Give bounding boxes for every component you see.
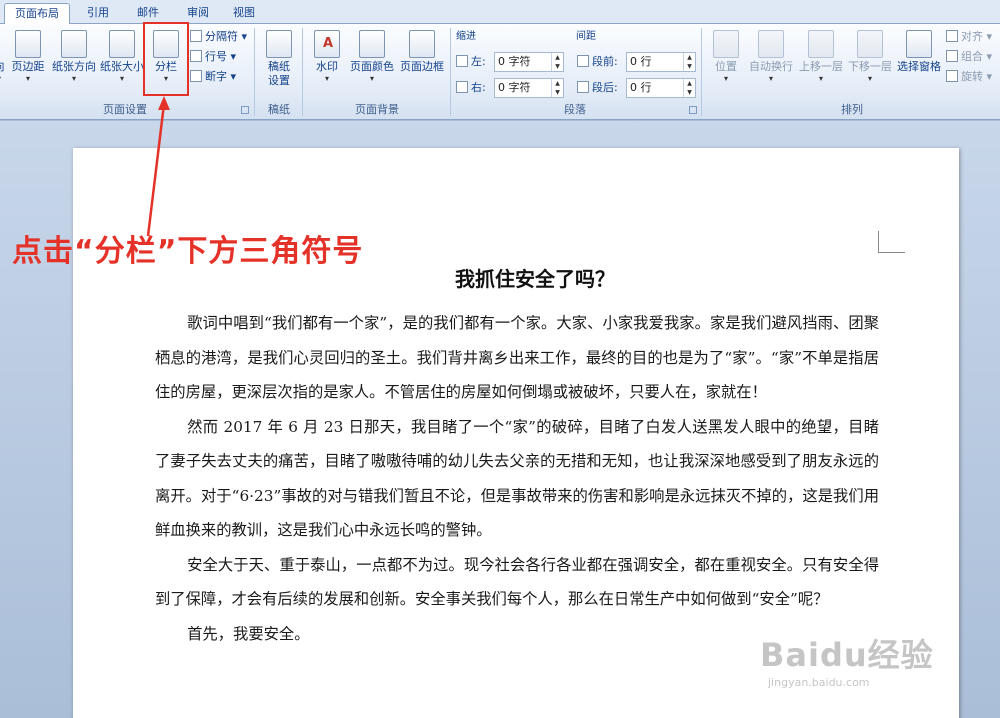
chevron-down-icon: ▾ bbox=[324, 74, 329, 83]
margins-icon bbox=[15, 30, 41, 58]
breaks-button[interactable]: 分隔符 ▾ bbox=[190, 28, 247, 46]
chevron-down-icon: ▾ bbox=[71, 74, 76, 83]
spacing-after-icon bbox=[577, 81, 589, 93]
align-icon bbox=[946, 30, 958, 42]
page-background-group-label: 页面背景 bbox=[355, 103, 399, 116]
indent-section-label: 缩进 bbox=[456, 31, 476, 42]
line-numbers-button[interactable]: 行号 ▾ bbox=[190, 48, 236, 66]
tab-references[interactable]: 引用 bbox=[78, 3, 118, 24]
paper-size-icon bbox=[109, 30, 135, 58]
spinner-arrows-icon[interactable]: ▲ ▼ bbox=[683, 79, 695, 97]
line-numbers-icon bbox=[190, 50, 202, 62]
paint-bucket-icon bbox=[359, 30, 385, 58]
tab-mailings[interactable]: 邮件 bbox=[126, 3, 170, 24]
page-borders-icon bbox=[409, 30, 435, 58]
send-backward-icon bbox=[857, 30, 883, 58]
tab-view[interactable]: 视图 bbox=[226, 3, 262, 24]
indent-right-icon bbox=[456, 81, 468, 93]
spinner-arrows-icon[interactable]: ▲ ▼ bbox=[551, 79, 563, 97]
manuscript-group-label: 稿纸 bbox=[268, 103, 290, 116]
page-borders-button[interactable]: 页面边框 bbox=[398, 28, 446, 100]
bring-forward-icon bbox=[808, 30, 834, 58]
chevron-down-icon: ▾ bbox=[25, 74, 30, 83]
tab-page-layout[interactable]: 页面布局 bbox=[4, 3, 70, 25]
document-title: 我抓住安全了吗？ bbox=[455, 267, 615, 291]
watermark-icon: A bbox=[314, 30, 340, 58]
indent-right-input[interactable]: 0 字符 ▲ ▼ bbox=[494, 78, 564, 98]
columns-highlight-box bbox=[143, 22, 189, 96]
align-button[interactable]: 对齐 ▾ bbox=[946, 28, 992, 46]
baidu-jingyan-watermark: Baidu经验 jingyan.baidu.com bbox=[760, 630, 960, 710]
orientation-icon bbox=[61, 30, 87, 58]
group-icon bbox=[946, 50, 958, 62]
rotate-button[interactable]: 旋转 ▾ bbox=[946, 68, 992, 86]
selection-pane-icon bbox=[906, 30, 932, 58]
margins-button[interactable]: 页边距 ▾ bbox=[8, 28, 48, 100]
document-paragraph: 然而 2017 年 6 月 23 日那天，我目睹了一个“家”的破碎，目睹了白发人… bbox=[155, 417, 879, 540]
rotate-icon bbox=[946, 70, 958, 82]
send-backward-button[interactable]: 下移一层 ▾ bbox=[846, 28, 894, 100]
paragraph-launcher-icon[interactable] bbox=[689, 106, 697, 114]
page-setup-launcher-icon[interactable] bbox=[241, 106, 249, 114]
spacing-after-input[interactable]: 0 行 ▲ ▼ bbox=[626, 78, 696, 98]
chevron-down-icon: ▾ bbox=[119, 74, 124, 83]
watermark-button[interactable]: A 水印 ▾ bbox=[310, 28, 344, 100]
indent-right-row: 右: bbox=[456, 78, 486, 98]
text-direction-button[interactable]: 向 ▾ bbox=[0, 28, 6, 100]
tab-review[interactable]: 审阅 bbox=[176, 3, 220, 24]
bring-forward-button[interactable]: 上移一层 ▾ bbox=[796, 28, 846, 100]
size-button[interactable]: 纸张大小 ▾ bbox=[98, 28, 146, 100]
breaks-icon bbox=[190, 30, 202, 42]
indent-left-input[interactable]: 0 字符 ▲ ▼ bbox=[494, 52, 564, 72]
page-color-button[interactable]: 页面颜色 ▾ bbox=[346, 28, 398, 100]
spacing-before-row: 段前: bbox=[577, 52, 618, 72]
instruction-annotation: 点击“分栏”下方三角符号 bbox=[12, 234, 364, 269]
position-icon bbox=[713, 30, 739, 58]
spacing-before-input[interactable]: 0 行 ▲ ▼ bbox=[626, 52, 696, 72]
paragraph-group-label: 段落 bbox=[564, 103, 586, 116]
manuscript-settings-button[interactable]: 稿纸 设置 bbox=[262, 28, 296, 100]
arrange-group-label: 排列 bbox=[841, 103, 863, 116]
watermark-url: jingyan.baidu.com bbox=[768, 676, 870, 689]
spinner-arrows-icon[interactable]: ▲ ▼ bbox=[551, 53, 563, 71]
selection-pane-button[interactable]: 选择窗格 bbox=[894, 28, 944, 100]
hyphenation-icon bbox=[190, 70, 202, 82]
chevron-down-icon: ▾ bbox=[369, 74, 374, 83]
spacing-section-label: 间距 bbox=[576, 31, 596, 42]
manuscript-grid-icon bbox=[266, 30, 292, 58]
ribbon-tab-bar: 页面布局 引用 邮件 审阅 视图 bbox=[0, 0, 1000, 25]
spinner-arrows-icon[interactable]: ▲ ▼ bbox=[683, 53, 695, 71]
hyphenation-button[interactable]: 断字 ▾ bbox=[190, 68, 236, 86]
indent-left-icon bbox=[456, 55, 468, 67]
wrap-text-icon bbox=[758, 30, 784, 58]
margin-corner-mark bbox=[878, 231, 905, 253]
page-setup-group-label: 页面设置 bbox=[103, 103, 147, 116]
document-paragraph: 歌词中唱到“我们都有一个家”，是的我们都有一个家。大家、小家我爱我家。家是我们避… bbox=[155, 314, 879, 401]
document-body[interactable]: 歌词中唱到“我们都有一个家”，是的我们都有一个家。大家、小家我爱我家。家是我们避… bbox=[155, 306, 879, 651]
position-button[interactable]: 位置 ▾ bbox=[708, 28, 744, 100]
orientation-button[interactable]: 纸张方向 ▾ bbox=[50, 28, 98, 100]
indent-left-row: 左: bbox=[456, 52, 486, 72]
group-button[interactable]: 组合 ▾ bbox=[946, 48, 992, 66]
watermark-brand: Baidu经验 bbox=[760, 636, 934, 674]
spacing-after-row: 段后: bbox=[577, 78, 618, 98]
spacing-before-icon bbox=[577, 55, 589, 67]
wrap-text-button[interactable]: 自动换行 ▾ bbox=[746, 28, 796, 100]
document-paragraph: 安全大于天、重于泰山，一点都不为过。现今社会各行各业都在强调安全，都在重视安全。… bbox=[155, 555, 879, 609]
